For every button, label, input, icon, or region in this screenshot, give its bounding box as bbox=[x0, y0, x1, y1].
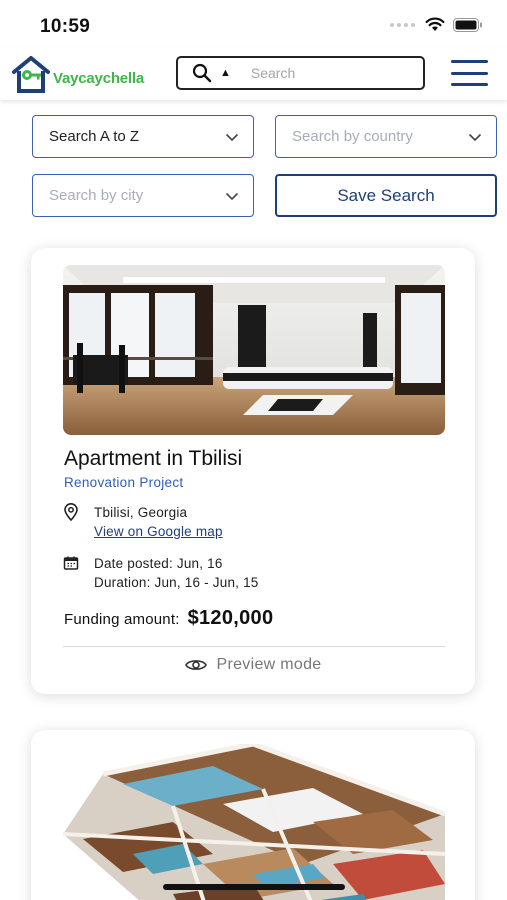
date-row: Date posted: Jun, 16 Duration: Jun, 16 -… bbox=[63, 554, 259, 592]
home-indicator[interactable] bbox=[163, 884, 345, 890]
chevron-down-icon bbox=[225, 133, 239, 142]
status-icons bbox=[390, 17, 483, 32]
search-input[interactable]: ▲ Search bbox=[176, 56, 425, 90]
sort-select-value: Search A to Z bbox=[49, 128, 140, 145]
save-search-button[interactable]: Save Search bbox=[275, 174, 497, 217]
listing-title: Apartment in Tbilisi bbox=[64, 447, 243, 470]
country-select[interactable]: Search by country bbox=[275, 115, 497, 158]
divider bbox=[63, 646, 445, 647]
listing-card[interactable]: Apartment in Tbilisi Renovation Project … bbox=[31, 248, 475, 694]
battery-icon bbox=[453, 17, 482, 32]
map-pin-icon bbox=[64, 503, 78, 521]
search-icon[interactable] bbox=[192, 63, 212, 83]
cellular-signal-icon bbox=[390, 22, 415, 27]
status-time: 10:59 bbox=[40, 16, 91, 37]
duration: Duration: Jun, 16 - Jun, 15 bbox=[94, 575, 259, 590]
country-select-placeholder: Search by country bbox=[292, 128, 413, 145]
city-select[interactable]: Search by city bbox=[32, 174, 254, 217]
listing-card[interactable] bbox=[31, 730, 475, 900]
listing-location: Tbilisi, Georgia bbox=[94, 505, 188, 520]
search-placeholder: Search bbox=[250, 65, 296, 81]
listing-photo[interactable] bbox=[63, 744, 445, 900]
funding-amount: $120,000 bbox=[187, 607, 274, 629]
caret-up-icon[interactable]: ▲ bbox=[220, 67, 231, 79]
google-map-link[interactable]: View on Google map bbox=[94, 522, 223, 541]
chevron-down-icon bbox=[225, 192, 239, 201]
calendar-icon bbox=[63, 556, 79, 570]
listing-category: Renovation Project bbox=[64, 475, 184, 490]
city-select-placeholder: Search by city bbox=[49, 187, 144, 204]
house-key-logo-icon bbox=[12, 56, 50, 93]
preview-mode-label: Preview mode bbox=[216, 656, 322, 673]
wifi-icon bbox=[425, 17, 445, 31]
funding-row: Funding amount: $120,000 bbox=[64, 607, 273, 630]
location-row: Tbilisi, Georgia View on Google map bbox=[63, 503, 223, 541]
date-posted: Date posted: Jun, 16 bbox=[94, 556, 223, 571]
listing-photo[interactable] bbox=[63, 265, 445, 435]
sort-select[interactable]: Search A to Z bbox=[32, 115, 254, 158]
logo-text: Vaycaychella bbox=[53, 69, 145, 87]
logo[interactable]: Vaycaychella bbox=[11, 54, 163, 94]
hamburger-menu-icon[interactable] bbox=[451, 60, 488, 86]
status-bar: 10:59 bbox=[0, 0, 507, 48]
preview-mode-button[interactable]: Preview mode bbox=[31, 656, 475, 674]
top-bar: Vaycaychella ▲ Search bbox=[0, 48, 507, 100]
funding-label: Funding amount: bbox=[64, 611, 180, 628]
eye-icon bbox=[184, 660, 207, 670]
chevron-down-icon bbox=[468, 133, 482, 142]
